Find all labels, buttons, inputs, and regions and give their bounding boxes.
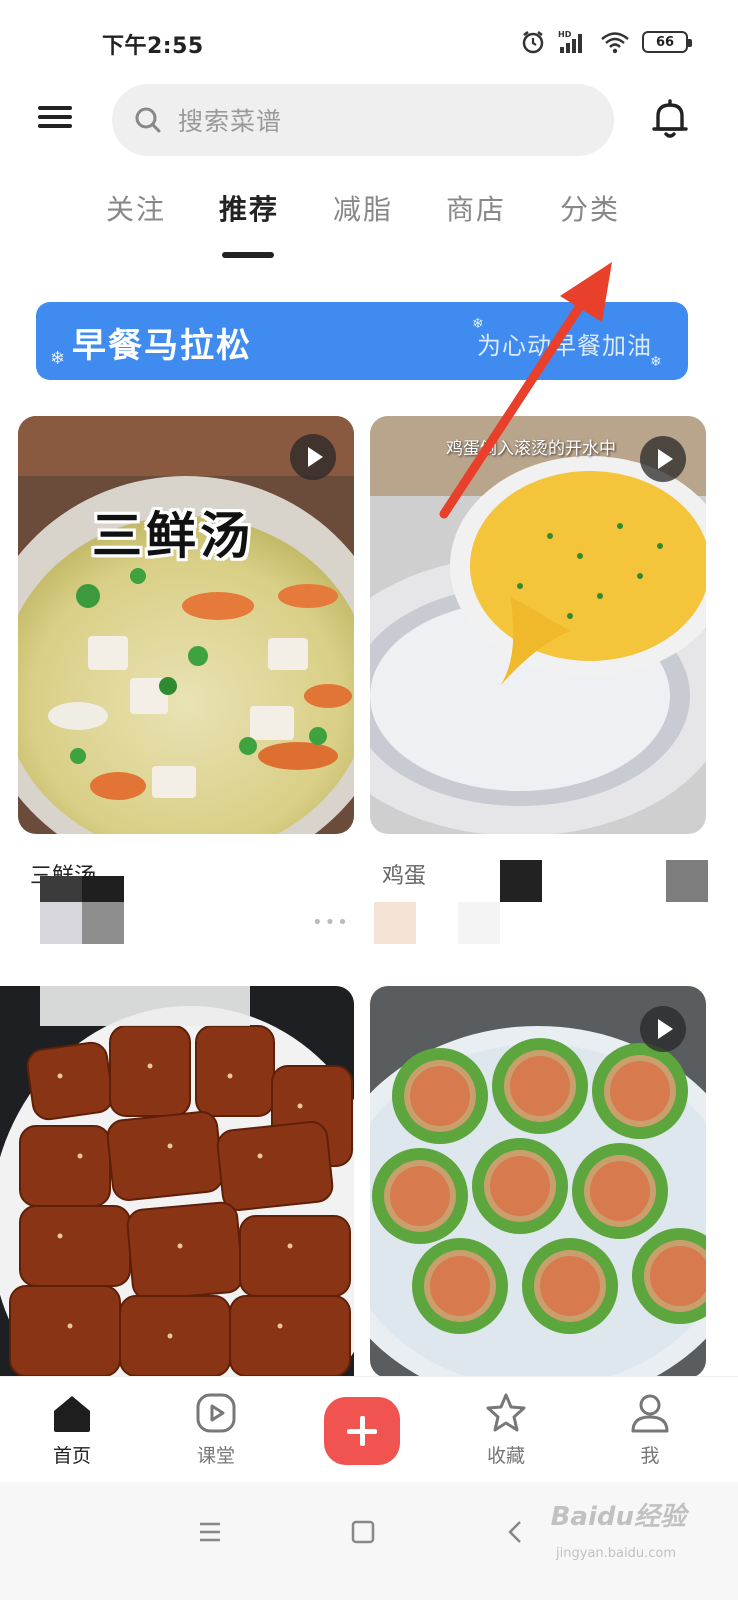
banner-title: 早餐马拉松 [72, 326, 252, 366]
mosaic-block [458, 902, 500, 944]
play-icon[interactable] [640, 1006, 686, 1052]
nav-classroom[interactable]: 课堂 [176, 1391, 256, 1468]
banner-subtitle: 为心动早餐加油 [477, 332, 652, 360]
recipe-title[interactable]: 鸡蛋 [382, 858, 426, 890]
recipe-card[interactable]: 鸡蛋倒入滚烫的开水中 [370, 416, 706, 834]
recipe-card[interactable] [0, 986, 354, 1378]
square-icon[interactable] [343, 1512, 383, 1552]
home-icon [54, 1396, 90, 1432]
tab-recommend[interactable]: 推荐 [219, 188, 279, 228]
tab-follow[interactable]: 关注 [106, 188, 166, 228]
tab-fat-loss[interactable]: 减脂 [333, 188, 393, 228]
nav-label: 收藏 [486, 1445, 525, 1467]
search-placeholder: 搜索菜谱 [178, 107, 283, 136]
mosaic-block [500, 860, 542, 902]
back-icon[interactable] [496, 1512, 536, 1552]
nav-label: 首页 [52, 1445, 91, 1467]
category-tabs: 关注 推荐 减脂 商店 分类 [76, 188, 676, 268]
recipe-card[interactable] [370, 986, 706, 1378]
promo-banner[interactable]: ❄ ❄ ❄ 早餐马拉松 为心动早餐加油 [36, 302, 688, 380]
nav-label: 我 [640, 1445, 660, 1467]
recipe-card[interactable]: 三鲜汤 [18, 416, 354, 834]
status-bar: 下午2:55 HD 66 [0, 0, 738, 80]
user-icon [631, 1394, 669, 1433]
menu-icon[interactable] [38, 100, 72, 134]
status-time: 下午2:55 [102, 34, 204, 59]
battery-icon: 66 [642, 31, 692, 53]
watermark: Baidu经验 [550, 1502, 686, 1532]
recipe-overlay-title: 三鲜汤 [92, 507, 254, 565]
bell-icon[interactable] [650, 98, 690, 140]
recipe-overlay-caption: 鸡蛋倒入滚烫的开水中 [446, 439, 616, 459]
star-icon [486, 1393, 526, 1432]
nav-home[interactable]: 首页 [32, 1391, 112, 1468]
search-input[interactable]: 搜索菜谱 [112, 84, 614, 156]
signal-icon: HD [558, 30, 582, 53]
recipe-image [18, 416, 354, 834]
play-icon[interactable] [290, 434, 336, 480]
video-icon [196, 1393, 236, 1433]
status-icons: HD 66 [520, 26, 692, 58]
hd-label: HD [558, 30, 572, 39]
system-nav: Baidu经验 jingyan.baidu.com [0, 1482, 738, 1600]
play-icon[interactable] [640, 436, 686, 482]
battery-level: 66 [655, 34, 675, 50]
bottom-nav: 首页 课堂 收藏 我 [0, 1376, 738, 1482]
nav-favorites[interactable]: 收藏 [466, 1391, 546, 1468]
more-icon[interactable]: ••• [312, 912, 350, 933]
plus-icon[interactable] [324, 1397, 400, 1465]
menu-lines-icon[interactable] [190, 1512, 230, 1552]
wifi-icon [601, 32, 629, 54]
author-avatar-mosaic [40, 876, 124, 944]
search-icon [135, 107, 161, 133]
tab-category[interactable]: 分类 [560, 188, 620, 228]
active-tab-indicator [222, 252, 274, 258]
recipe-image [0, 986, 354, 1378]
nav-me[interactable]: 我 [610, 1391, 690, 1468]
nav-label: 课堂 [196, 1445, 235, 1467]
mosaic-block [666, 860, 708, 902]
alarm-icon [522, 31, 544, 54]
tab-store[interactable]: 商店 [446, 188, 506, 228]
watermark-sub: jingyan.baidu.com [556, 1546, 676, 1561]
author-avatar-mosaic [374, 902, 416, 944]
snowflake-icon: ❄ [50, 348, 66, 369]
